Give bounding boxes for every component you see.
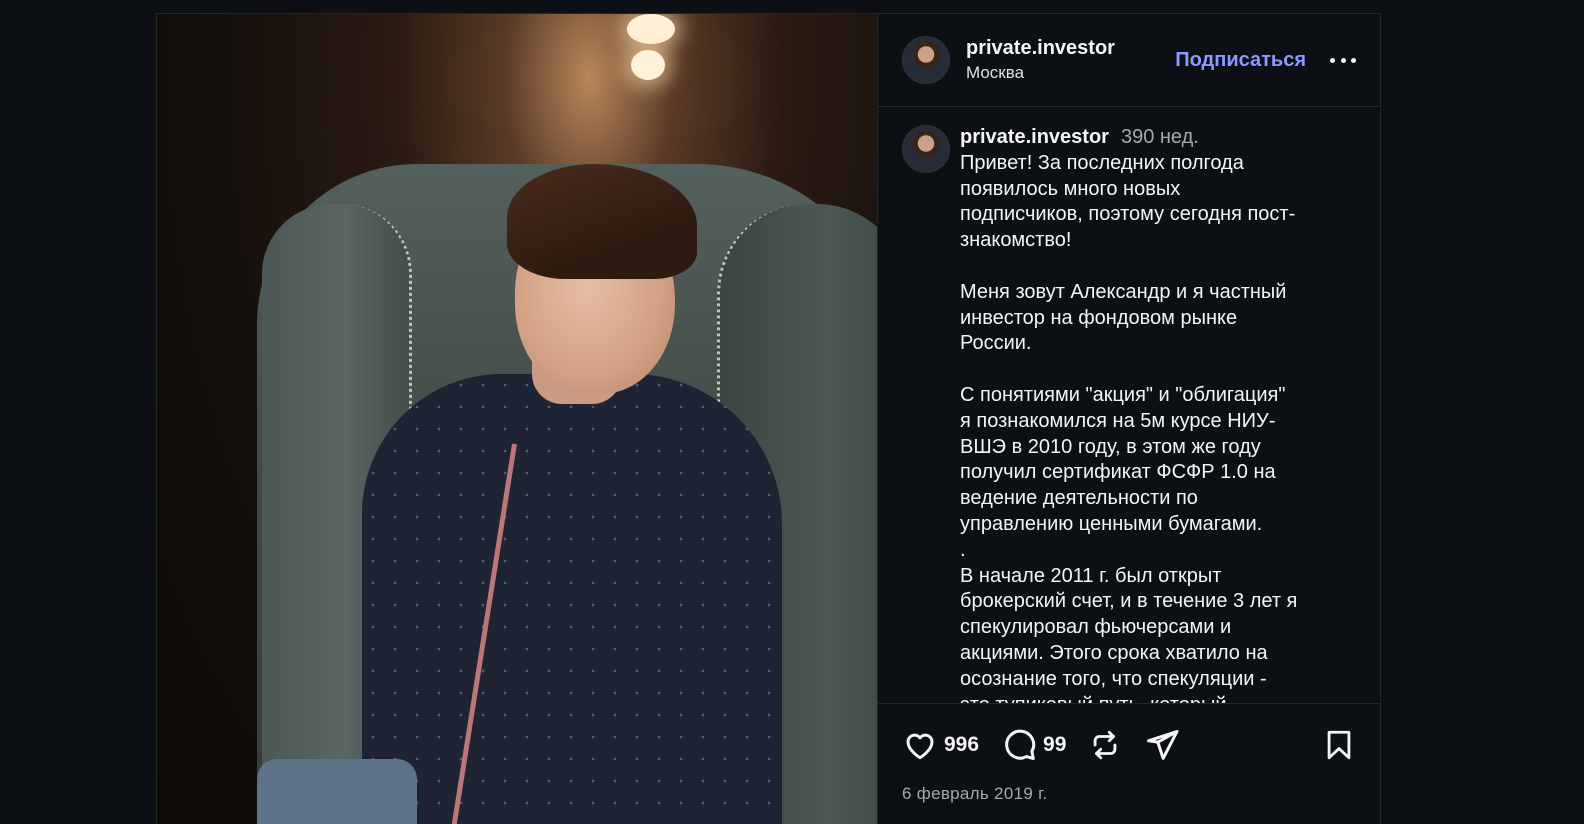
header-text: private.investor Москва	[966, 37, 1175, 83]
caption-time[interactable]: 390 нед.	[1121, 125, 1199, 151]
post-sidebar: private.investor Москва Подписаться priv…	[877, 14, 1380, 824]
comments-panel[interactable]: private.investor 390 нед. Привет! За пос…	[878, 107, 1380, 703]
caption-username[interactable]: private.investor	[960, 125, 1109, 151]
comment-count[interactable]: 99	[1043, 733, 1066, 757]
post-image[interactable]	[157, 14, 877, 824]
heart-icon	[906, 733, 934, 760]
header-username[interactable]: private.investor	[966, 37, 1175, 60]
caption: private.investor 390 нед. Привет! За пос…	[960, 125, 1356, 703]
repost-button[interactable]	[1088, 728, 1122, 762]
like-button[interactable]	[902, 727, 938, 763]
share-button[interactable]	[1144, 727, 1180, 763]
post-header: private.investor Москва Подписаться	[878, 14, 1380, 107]
follow-button[interactable]: Подписаться	[1175, 49, 1306, 72]
person-shirt	[362, 374, 782, 824]
person-jeans	[257, 759, 417, 824]
bookmark-icon	[1327, 730, 1351, 760]
like-count[interactable]: 996	[944, 733, 979, 757]
post-date[interactable]: 6 февраль 2019 г.	[902, 784, 1356, 804]
comment-icon	[1005, 729, 1036, 760]
lamp-light	[627, 14, 675, 44]
lamp-light	[631, 50, 665, 80]
more-icon[interactable]	[1330, 56, 1356, 64]
comment-button[interactable]	[1001, 727, 1037, 763]
save-button[interactable]	[1322, 728, 1356, 762]
caption-header: private.investor 390 нед.	[960, 125, 1356, 151]
repost-icon	[1094, 730, 1117, 760]
caption-avatar[interactable]	[902, 125, 950, 173]
avatar[interactable]	[902, 36, 950, 84]
send-icon	[1147, 730, 1179, 760]
caption-text: Привет! За последних полгода появилось м…	[960, 151, 1298, 703]
action-row: 996 99	[902, 704, 1356, 786]
header-location[interactable]: Москва	[966, 63, 1175, 83]
action-bar: 996 99 6 февраль 2019 г.	[878, 703, 1380, 824]
post-card: private.investor Москва Подписаться priv…	[156, 13, 1381, 824]
